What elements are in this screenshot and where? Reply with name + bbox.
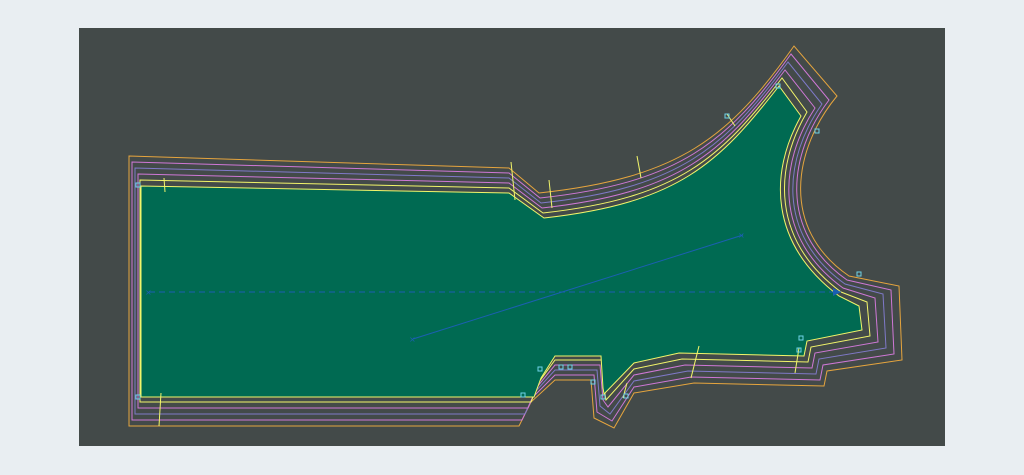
cad-canvas[interactable]: × × ×: [79, 28, 945, 446]
grainline-end-marker: ×: [409, 335, 416, 344]
vertex-marker[interactable]: [558, 364, 564, 370]
grainline-end-marker: ×: [145, 288, 152, 297]
pattern-piece-drawing[interactable]: × × ×: [79, 28, 945, 446]
vertex-marker[interactable]: [856, 271, 862, 277]
grainline-end-marker: ×: [738, 231, 745, 240]
vertex-marker[interactable]: [567, 364, 573, 370]
pattern-piece-body[interactable]: [140, 85, 863, 398]
